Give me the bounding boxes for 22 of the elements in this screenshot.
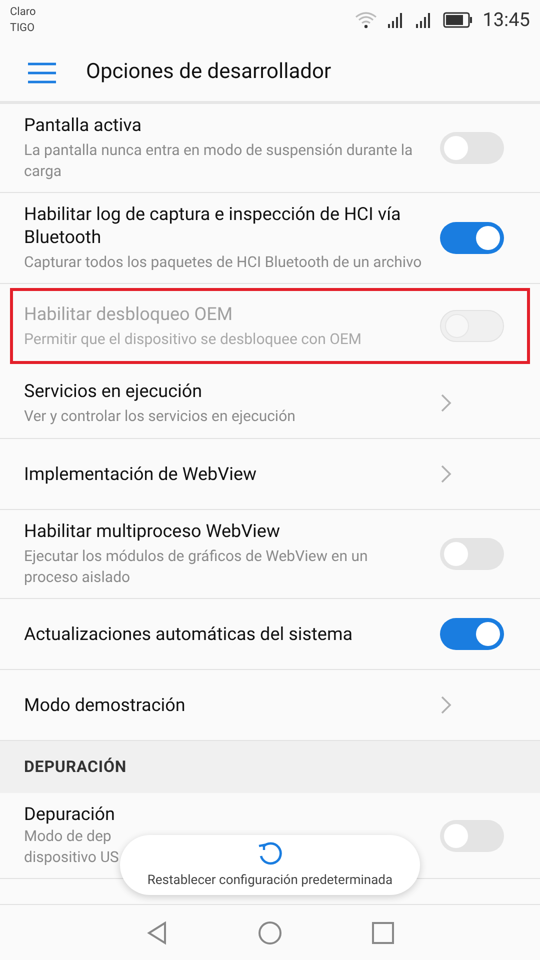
setting-title: Implementación de WebView [24, 462, 258, 486]
setting-title: Modo demostración [24, 694, 186, 716]
setting-description: Ver y controlar los servicios en ejecución [24, 406, 296, 426]
setting-title: Habilitar log de captura e inspección de HCI vía Bluetooth [24, 203, 402, 249]
setting-description: La pantalla nunca entra en modo de suspensión durante la carga [24, 140, 414, 182]
setting-description: Capturar todos los paquetes de HCI Bluetooth de un archivo [24, 252, 423, 273]
setting-description: Ejecutar los módulos de gráficos de WebView en un proceso aislado [24, 546, 369, 588]
setting-title: Pantalla activa [24, 114, 143, 137]
setting-description: Permitir que el dispositivo se desbloquee con OEM [24, 328, 363, 350]
carrier-name: TIGO [10, 20, 36, 36]
section-header: DEPURACIÓN [0, 741, 540, 793]
setting-title: Habilitar desbloqueo OEM [24, 302, 234, 326]
setting-description: Modo de dep [24, 826, 112, 847]
toast-message: Restablecer configuración predeterminada [147, 872, 393, 890]
setting-title: Actualizaciones automáticas del sistema [24, 622, 354, 646]
setting-title: Servicios en ejecución [24, 380, 204, 402]
clock-time: 13:45 [482, 7, 530, 33]
setting-title: Habilitar multiproceso WebView [24, 520, 282, 543]
setting-title: Depuración [24, 803, 116, 826]
carrier-name: Claro [10, 4, 36, 20]
setting-description: dispositivo US [24, 847, 119, 868]
page-title: Opciones de desarrollador [86, 58, 332, 86]
